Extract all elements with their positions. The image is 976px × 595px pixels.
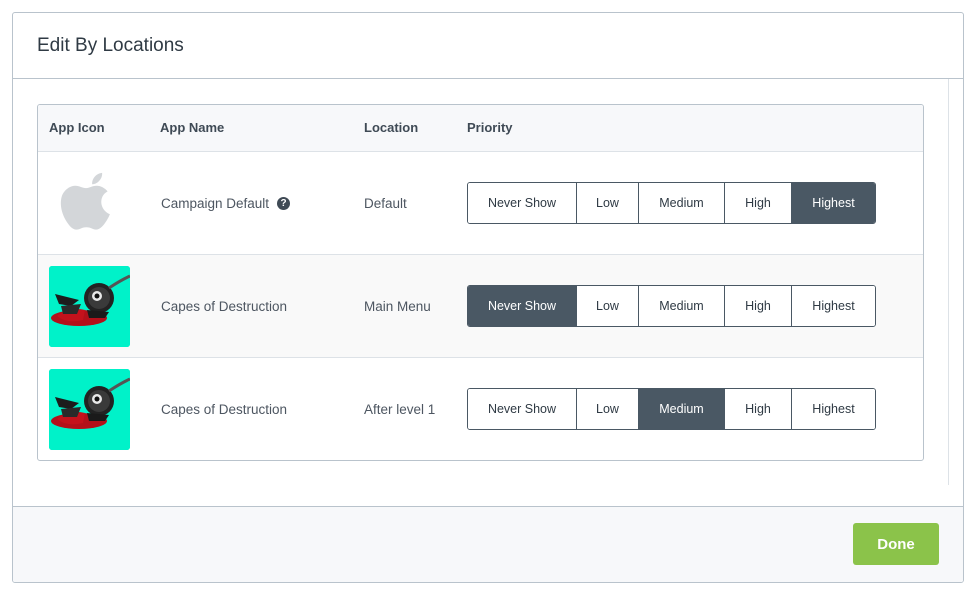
app-name-cell: Capes of Destruction	[161, 255, 287, 357]
location-cell: Main Menu	[364, 298, 431, 314]
header-location: Location	[364, 120, 419, 135]
header-app-icon: App Icon	[49, 120, 105, 135]
location-cell: After level 1	[364, 401, 436, 417]
priority-medium-button[interactable]: Medium	[639, 286, 725, 326]
app-name-cell: Capes of Destruction	[161, 358, 287, 460]
app-name-label: Campaign Default	[161, 195, 270, 211]
edit-by-locations-modal: Edit By Locations App Icon App Name Loca…	[12, 12, 964, 583]
priority-never-show-button[interactable]: Never Show	[468, 389, 577, 429]
priority-highest-button[interactable]: Highest	[792, 389, 875, 429]
priority-high-button[interactable]: High	[725, 286, 792, 326]
priority-highest-button[interactable]: Highest	[792, 183, 875, 223]
priority-medium-button[interactable]: Medium	[639, 389, 725, 429]
priority-high-button[interactable]: High	[725, 183, 792, 223]
app-name-cell: Campaign Default ?	[161, 152, 291, 254]
priority-selector: Never Show Low Medium High Highest	[467, 182, 876, 224]
apple-logo-icon	[49, 163, 130, 244]
priority-never-show-button[interactable]: Never Show	[468, 183, 577, 223]
priority-low-button[interactable]: Low	[577, 286, 639, 326]
done-button[interactable]: Done	[853, 523, 939, 565]
app-name-label: Capes of Destruction	[161, 298, 288, 314]
table-header: App Icon App Name Location Priority	[38, 105, 923, 152]
priority-selector: Never Show Low Medium High Highest	[467, 388, 876, 430]
app-name-label: Capes of Destruction	[161, 401, 288, 417]
table-row: Capes of Destruction Main Menu Never Sho…	[38, 255, 923, 358]
priority-highest-button[interactable]: Highest	[792, 286, 875, 326]
locations-table: App Icon App Name Location Priority Camp…	[37, 104, 924, 461]
priority-never-show-button[interactable]: Never Show	[468, 286, 577, 326]
modal-title: Edit By Locations	[37, 34, 184, 56]
priority-selector: Never Show Low Medium High Highest	[467, 285, 876, 327]
modal-header: Edit By Locations	[13, 13, 963, 79]
header-priority: Priority	[467, 120, 513, 135]
location-cell: Default	[364, 195, 407, 211]
table-row: Campaign Default ? Default Never Show Lo…	[38, 152, 923, 255]
priority-high-button[interactable]: High	[725, 389, 792, 429]
priority-low-button[interactable]: Low	[577, 183, 639, 223]
table-row: Capes of Destruction After level 1 Never…	[38, 358, 923, 460]
capes-of-destruction-app-icon	[49, 369, 130, 450]
modal-footer: Done	[13, 506, 963, 582]
modal-body: App Icon App Name Location Priority Camp…	[13, 79, 963, 507]
header-app-name: App Name	[160, 120, 225, 135]
priority-low-button[interactable]: Low	[577, 389, 639, 429]
capes-of-destruction-app-icon	[49, 266, 130, 347]
scrollbar[interactable]	[948, 79, 963, 485]
priority-medium-button[interactable]: Medium	[639, 183, 725, 223]
help-icon[interactable]: ?	[277, 196, 291, 210]
